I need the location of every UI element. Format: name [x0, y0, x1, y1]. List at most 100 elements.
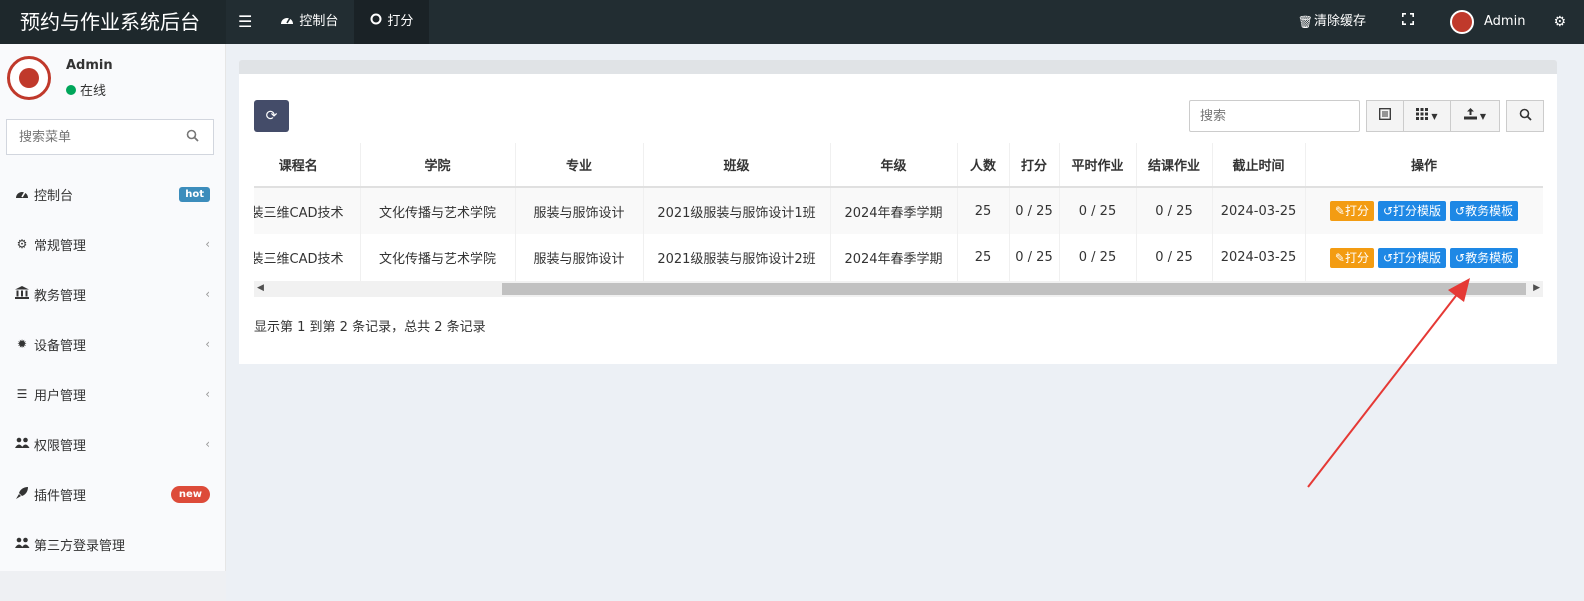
- caret-down-icon: ▼: [1431, 111, 1438, 121]
- sidebar-item-users[interactable]: ☰ 用户管理 ‹: [0, 369, 226, 419]
- user-menu[interactable]: Admin: [1434, 0, 1541, 44]
- users-icon: [14, 537, 30, 551]
- actions-cell: ✎打分 ↺打分模版 ↺教务模板: [1305, 234, 1543, 281]
- export-button[interactable]: ▼: [1450, 100, 1500, 132]
- cogs-icon: ⚙: [16, 237, 28, 251]
- scroll-left-icon[interactable]: ◀: [257, 283, 264, 293]
- table-cell: 装三维CAD技术: [254, 234, 361, 281]
- column-header[interactable]: 专业: [515, 143, 644, 188]
- tab-score[interactable]: 打分: [354, 0, 430, 44]
- sidebar-item-label: 教务管理: [34, 288, 87, 304]
- expand-icon: [1402, 0, 1414, 44]
- main-panel: ⟳ ▼ ▼ 课程名: [239, 74, 1557, 364]
- table-cell: 2024-03-25: [1212, 234, 1306, 281]
- avatar: [1450, 10, 1474, 34]
- app-logo[interactable]: 预约与作业系统后台: [0, 0, 226, 44]
- table-row: 装三维CAD技术 文化传播与艺术学院 服装与服饰设计 2021级服装与服饰设计1…: [254, 187, 1543, 234]
- table-search-input[interactable]: [1190, 101, 1350, 131]
- table-cell: 0 / 25: [1009, 234, 1060, 281]
- chevron-left-icon: ‹: [205, 337, 210, 351]
- trash-icon: 🗑: [1297, 15, 1313, 29]
- sidebar-item-permissions[interactable]: 权限管理 ‹: [0, 419, 226, 469]
- table-cell: 2024-03-25: [1212, 187, 1306, 234]
- fullscreen-button[interactable]: [1382, 0, 1434, 44]
- sidebar-item-label: 控制台: [34, 188, 74, 204]
- search-icon: [1519, 108, 1532, 125]
- column-header[interactable]: 结课作业: [1136, 143, 1213, 188]
- edu-template-button[interactable]: ↺教务模板: [1450, 247, 1519, 268]
- hamburger-icon: ☰: [238, 12, 253, 31]
- edu-template-button[interactable]: ↺教务模板: [1450, 201, 1519, 221]
- user-name-label: Admin: [1484, 14, 1526, 29]
- clear-cache-button[interactable]: 🗑 清除缓存: [1282, 0, 1382, 44]
- dashboard-icon: [280, 0, 294, 44]
- score-template-button[interactable]: ↺打分模版: [1377, 201, 1447, 221]
- actions-cell: ✎打分 ↺打分模版 ↺教务模板: [1305, 187, 1543, 234]
- sidebar-item-label: 设备管理: [34, 338, 87, 354]
- chevron-left-icon: ‹: [205, 237, 210, 251]
- settings-button[interactable]: ⚙: [1541, 0, 1584, 44]
- online-dot-icon: [66, 84, 76, 95]
- table-cell: 0 / 25: [1136, 187, 1213, 234]
- sidebar-item-dashboard[interactable]: 控制台 hot: [0, 169, 226, 219]
- tab-dashboard[interactable]: 控制台: [264, 0, 354, 44]
- sidebar-item-label: 权限管理: [34, 438, 87, 454]
- column-header[interactable]: 打分: [1009, 143, 1060, 188]
- table-cell: 0 / 25: [1059, 234, 1137, 281]
- table-cell: 服装与服饰设计: [515, 187, 644, 234]
- online-status: 在线: [66, 80, 106, 99]
- user-panel: Admin 在线: [0, 44, 226, 110]
- search-icon[interactable]: [186, 129, 199, 146]
- sidebar-item-label: 第三方登录管理: [34, 538, 126, 554]
- scroll-right-icon[interactable]: ▶: [1533, 283, 1540, 293]
- toggle-view-button[interactable]: [1366, 100, 1404, 132]
- pagination-info: 显示第 1 到第 2 条记录，总共 2 条记录: [254, 320, 486, 335]
- horizontal-scrollbar[interactable]: ◀ ▶: [254, 281, 1543, 297]
- refresh-button[interactable]: ⟳: [254, 100, 289, 132]
- column-header[interactable]: 班级: [643, 143, 831, 188]
- search-button[interactable]: [1506, 100, 1544, 132]
- table-cell: 2021级服装与服饰设计2班: [643, 234, 831, 281]
- bank-icon: [14, 286, 30, 302]
- score-button[interactable]: ✎打分: [1329, 247, 1374, 268]
- table-cell: 文化传播与艺术学院: [360, 234, 516, 281]
- sidebar-item-plugins[interactable]: 插件管理 new: [0, 469, 226, 519]
- sidebar-menu: 控制台 hot ⚙ 常规管理 ‹ 教务管理 ‹ ✹ 设备管理 ‹ ☰ 用户管理: [0, 169, 226, 601]
- list-icon: ☰: [16, 387, 28, 401]
- column-header[interactable]: 年级: [830, 143, 958, 188]
- column-header[interactable]: 人数: [957, 143, 1010, 188]
- sidebar-toggle-button[interactable]: ☰: [226, 0, 264, 44]
- caret-down-icon: ▼: [1479, 111, 1487, 121]
- column-header[interactable]: 课程名: [254, 143, 361, 188]
- columns-button[interactable]: ▼: [1403, 100, 1451, 132]
- top-header: 预约与作业系统后台 ☰ 控制台 打分 🗑 清除缓存 Admin ⚙: [0, 0, 1584, 44]
- table-cell: 2021级服装与服饰设计1班: [643, 187, 831, 234]
- chevron-left-icon: ‹: [205, 287, 210, 301]
- online-status-label: 在线: [80, 84, 107, 99]
- export-icon: [1463, 108, 1477, 124]
- sidebar-item-third-party-login[interactable]: 第三方登录管理: [0, 519, 226, 569]
- column-header[interactable]: 学院: [360, 143, 516, 188]
- table-cell: 25: [957, 187, 1010, 234]
- sidebar-item-device[interactable]: ✹ 设备管理 ‹: [0, 319, 226, 369]
- rocket-icon: [14, 486, 30, 502]
- sidebar-item-partial[interactable]: [0, 571, 226, 601]
- sidebar: Admin 在线 控制台 hot ⚙ 常规管理 ‹: [0, 44, 226, 601]
- table-cell: 25: [957, 234, 1010, 281]
- score-button[interactable]: ✎打分: [1329, 201, 1374, 221]
- avatar: [7, 56, 51, 100]
- refresh-icon: ⟳: [265, 108, 278, 124]
- scrollbar-thumb[interactable]: [502, 283, 1526, 295]
- score-template-button[interactable]: ↺打分模版: [1377, 247, 1447, 268]
- data-table: 课程名 学院 专业 班级 年级 人数 打分 平时作业 结课作业 截止时间 操作 …: [254, 143, 1543, 281]
- column-header[interactable]: 截止时间: [1212, 143, 1306, 188]
- sidebar-search-input[interactable]: [7, 120, 177, 154]
- sidebar-item-academic[interactable]: 教务管理 ‹: [0, 269, 226, 319]
- sidebar-item-general[interactable]: ⚙ 常规管理 ‹: [0, 219, 226, 269]
- column-header[interactable]: 平时作业: [1059, 143, 1137, 188]
- table-header-row: 课程名 学院 专业 班级 年级 人数 打分 平时作业 结课作业 截止时间 操作: [254, 143, 1543, 188]
- table-cell: 0 / 25: [1136, 234, 1213, 281]
- table-cell: 0 / 25: [1059, 187, 1137, 234]
- table-cell: 0 / 25: [1009, 187, 1060, 234]
- navbar-right: 🗑 清除缓存 Admin ⚙: [1282, 0, 1584, 44]
